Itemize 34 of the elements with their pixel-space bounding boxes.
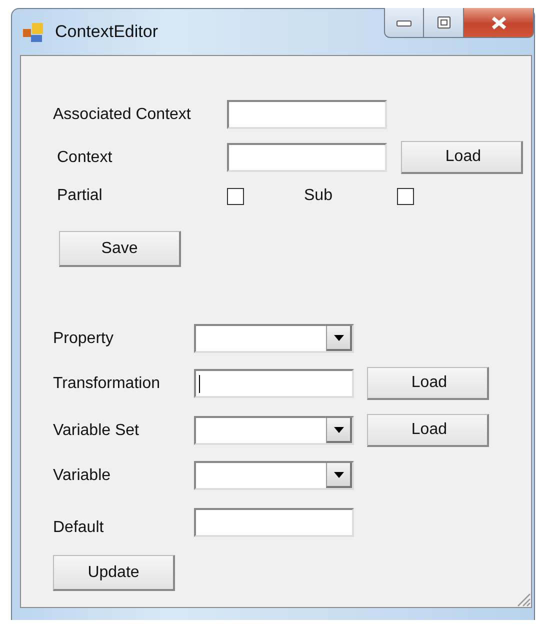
dropdown-arrow-icon [334, 426, 344, 432]
field-label: Property [53, 330, 114, 348]
close-icon [490, 16, 508, 30]
action-button[interactable]: Save [59, 231, 181, 267]
dropdown[interactable] [194, 324, 354, 353]
text-field[interactable] [194, 508, 354, 536]
checkbox-label: Partial [57, 187, 104, 205]
field-label: Associated Context [53, 106, 192, 124]
window-title: ContextEditor [55, 22, 158, 42]
load-button[interactable]: Load [367, 367, 489, 400]
field-label: Context [57, 148, 114, 166]
minimize-icon [396, 18, 412, 26]
dropdown-arrow-icon [334, 334, 344, 340]
maximize-icon [436, 16, 452, 30]
app-icon [23, 22, 43, 42]
maximize-button[interactable] [424, 8, 464, 38]
field-label: Transformation [53, 374, 161, 392]
text-field[interactable] [227, 143, 387, 172]
minimize-button[interactable] [384, 8, 424, 38]
checkbox[interactable] [227, 188, 244, 204]
dropdown-arrow-icon [334, 472, 344, 478]
field-label: Variable Set [53, 422, 140, 440]
close-button[interactable] [464, 8, 534, 38]
load-button[interactable]: Load [367, 414, 489, 447]
action-button[interactable]: Update [53, 555, 175, 591]
dropdown[interactable] [194, 461, 354, 490]
checkbox-label: Sub [304, 187, 334, 205]
field-label: Variable [53, 466, 112, 484]
text-field[interactable] [194, 369, 354, 398]
load-button[interactable]: Load [401, 141, 523, 174]
text-field[interactable] [227, 100, 387, 129]
dropdown[interactable] [194, 416, 354, 445]
field-label: Default [53, 518, 105, 537]
checkbox[interactable] [397, 188, 414, 204]
